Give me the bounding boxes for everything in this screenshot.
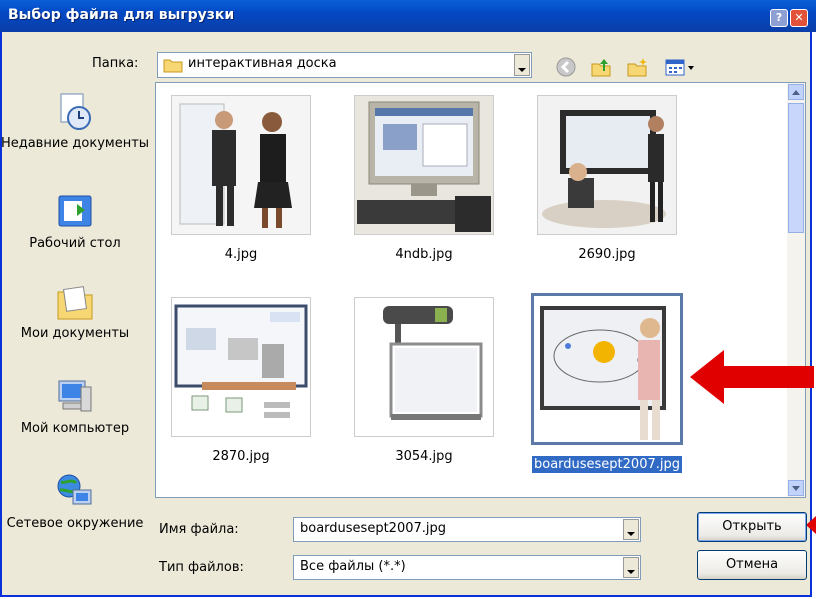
place-my-documents[interactable]: Мои документы <box>0 282 150 342</box>
annotation-arrow-edge-icon <box>806 516 816 534</box>
file-list-view[interactable]: 4.jpg 4ndb.jpg 2690.jpg 2870.jpg 3054.jp… <box>155 82 806 498</box>
lookin-dropdown-button[interactable] <box>514 54 530 76</box>
place-label: Недавние документы <box>0 136 150 151</box>
file-thumbnail <box>531 293 683 445</box>
place-desktop[interactable]: Рабочий стол <box>0 192 150 252</box>
up-folder-icon[interactable] <box>590 56 612 78</box>
file-item[interactable]: 2690.jpg <box>522 95 692 263</box>
file-thumbnail <box>354 297 494 437</box>
lookin-value: интерактивная доска <box>188 56 337 71</box>
view-menu-icon[interactable] <box>664 56 698 78</box>
recent-documents-icon <box>55 92 95 132</box>
filename-dropdown-button[interactable] <box>623 519 639 540</box>
help-button[interactable]: ? <box>770 9 788 27</box>
title-bar: Выбор файла для выгрузки ? ✕ <box>0 0 816 32</box>
file-name: 2870.jpg <box>212 449 270 464</box>
scroll-up-button[interactable] <box>788 84 804 100</box>
back-icon[interactable] <box>555 56 577 78</box>
place-label: Мой компьютер <box>20 421 130 436</box>
filetype-value: Все файлы (*.*) <box>300 559 406 574</box>
cancel-button[interactable]: Отмена <box>697 550 807 580</box>
file-thumbnail <box>537 95 677 235</box>
file-item[interactable]: 4.jpg <box>156 95 326 263</box>
filename-value: boardusesept2007.jpg <box>300 521 447 536</box>
scroll-thumb[interactable] <box>788 103 804 233</box>
file-thumbnail <box>171 297 311 437</box>
file-item[interactable]: 2870.jpg <box>156 297 326 465</box>
file-thumbnail <box>171 95 311 235</box>
open-button[interactable]: Открыть <box>697 512 807 542</box>
filename-input[interactable]: boardusesept2007.jpg <box>293 517 641 542</box>
scroll-down-button[interactable] <box>788 480 804 496</box>
place-label: Сетевое окружение <box>6 516 144 531</box>
file-name: 4.jpg <box>224 247 258 262</box>
filename-label: Имя файла: <box>159 522 239 537</box>
desktop-icon <box>55 192 95 232</box>
network-icon <box>55 472 95 512</box>
filetype-dropdown-button[interactable] <box>623 557 639 578</box>
lookin-combo[interactable]: интерактивная доска <box>157 52 532 78</box>
place-label: Рабочий стол <box>29 236 121 251</box>
file-item[interactable]: 4ndb.jpg <box>339 95 509 263</box>
filetype-label: Тип файлов: <box>159 560 244 575</box>
place-label: Мои документы <box>20 326 130 341</box>
filetype-select[interactable]: Все файлы (*.*) <box>293 555 641 580</box>
file-name: 3054.jpg <box>395 449 453 464</box>
places-bar: Недавние документы Рабочий стол Мои доку… <box>0 82 150 582</box>
place-recent-documents[interactable]: Недавние документы <box>0 92 150 152</box>
file-name: boardusesept2007.jpg <box>531 456 682 473</box>
annotation-arrow-icon <box>690 350 814 404</box>
file-thumbnail <box>354 95 494 235</box>
folder-icon <box>163 57 183 77</box>
file-name: 4ndb.jpg <box>395 247 453 262</box>
vertical-scrollbar[interactable] <box>787 83 805 497</box>
place-my-computer[interactable]: Мой компьютер <box>0 377 150 437</box>
window-title: Выбор файла для выгрузки <box>8 7 235 23</box>
new-folder-icon[interactable] <box>626 56 648 78</box>
lookin-label: Папка: <box>92 56 139 71</box>
my-computer-icon <box>55 377 95 417</box>
place-network[interactable]: Сетевое окружение <box>0 472 150 532</box>
file-item[interactable]: 3054.jpg <box>339 297 509 465</box>
file-name: 2690.jpg <box>578 247 636 262</box>
close-button[interactable]: ✕ <box>790 9 808 27</box>
file-item-selected[interactable]: boardusesept2007.jpg <box>522 293 692 473</box>
my-documents-icon <box>55 282 95 322</box>
